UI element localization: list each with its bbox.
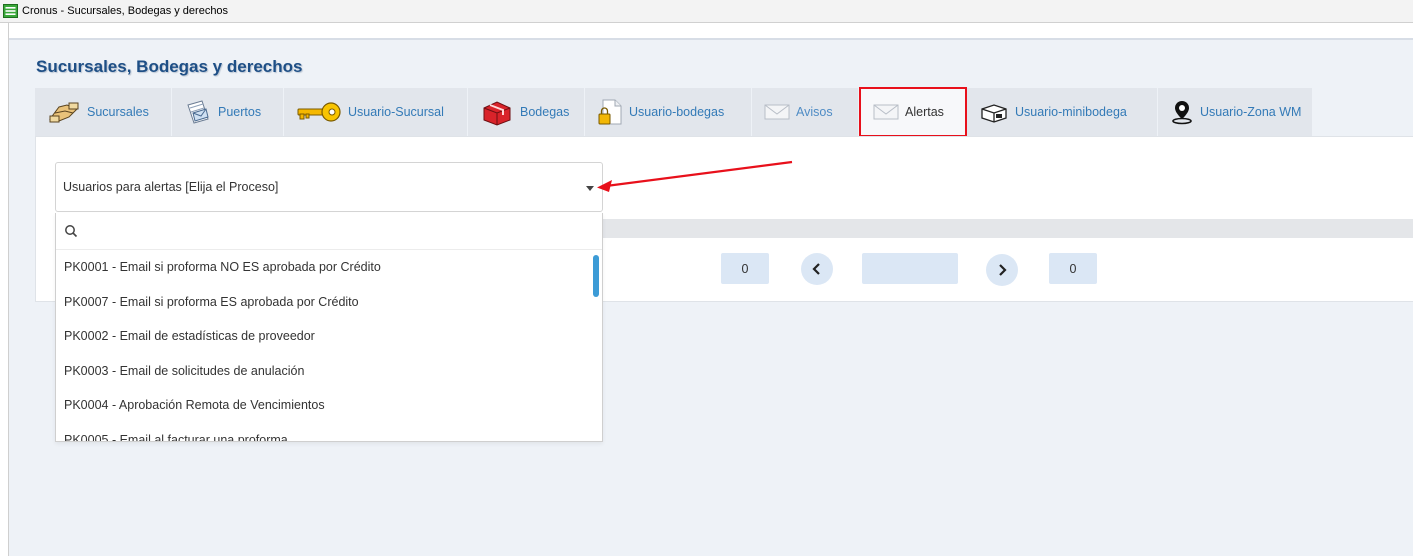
- pager-first-value: 0: [741, 261, 749, 276]
- pager-first-count: 0: [721, 253, 769, 284]
- pager-next-button[interactable]: [986, 254, 1018, 286]
- dropdown-option[interactable]: PK0005 - Email al facturar una proforma: [56, 423, 602, 442]
- tab-usuario-zona-wm[interactable]: Usuario-Zona WM: [1158, 88, 1313, 136]
- tab-sucursales[interactable]: Sucursales: [35, 88, 172, 136]
- tab-usuario-sucursal[interactable]: Usuario-Sucursal: [284, 88, 468, 136]
- hands-icon: [47, 99, 81, 125]
- pager-last-count: 0: [1049, 253, 1097, 284]
- tab-label: Sucursales: [87, 105, 149, 119]
- mail-icon: [764, 103, 790, 121]
- lock-document-icon: [597, 98, 623, 126]
- page-title: Sucursales, Bodegas y derechos: [36, 57, 303, 76]
- dropdown-option[interactable]: PK0007 - Email si proforma ES aprobada p…: [56, 285, 602, 320]
- dropdown-search: [56, 213, 602, 250]
- pager-prev-button[interactable]: [801, 253, 833, 285]
- dropdown-search-input[interactable]: [88, 217, 592, 245]
- caret-down-icon[interactable]: [586, 186, 594, 191]
- open-box-icon: [979, 101, 1009, 123]
- dropdown-option[interactable]: PK0002 - Email de estadísticas de provee…: [56, 319, 602, 354]
- tab-avisos[interactable]: Avisos: [752, 88, 859, 136]
- window-title: Cronus - Sucursales, Bodegas y derechos: [22, 5, 229, 17]
- gift-box-icon: [480, 98, 514, 126]
- search-icon: [65, 225, 78, 238]
- dropdown-scrollbar-thumb[interactable]: [593, 255, 599, 297]
- tab-bar: Sucursales Puertos Usuario-Sucursal Bode…: [35, 87, 1313, 137]
- tab-alertas[interactable]: Alertas: [859, 87, 967, 137]
- chevron-right-icon: [999, 264, 1007, 276]
- tab-label: Usuario-Sucursal: [348, 105, 444, 119]
- chevron-left-icon: [812, 263, 820, 275]
- app-icon: [3, 4, 18, 18]
- dropdown-option[interactable]: PK0003 - Email de solicitudes de anulaci…: [56, 354, 602, 389]
- dropdown-option[interactable]: PK0001 - Email si proforma NO ES aprobad…: [56, 250, 602, 285]
- tab-puertos[interactable]: Puertos: [172, 88, 284, 136]
- tab-label: Puertos: [218, 105, 262, 119]
- pager-last-value: 0: [1069, 261, 1077, 276]
- tab-usuario-bodegas[interactable]: Usuario-bodegas: [585, 88, 752, 136]
- tab-bodegas[interactable]: Bodegas: [468, 88, 585, 136]
- pager-page-input[interactable]: [862, 253, 958, 284]
- tab-label: Usuario-Zona WM: [1200, 105, 1302, 119]
- mail-icon: [873, 103, 899, 121]
- window-titlebar: Cronus - Sucursales, Bodegas y derechos: [0, 0, 1413, 23]
- location-pin-icon: [1170, 99, 1194, 125]
- dropdown-option[interactable]: PK0004 - Aprobación Remota de Vencimient…: [56, 388, 602, 423]
- tab-label: Alertas: [905, 105, 944, 119]
- dropdown-options: PK0001 - Email si proforma NO ES aprobad…: [56, 250, 602, 442]
- tab-label: Usuario-bodegas: [629, 105, 725, 119]
- tab-usuario-minibodega[interactable]: Usuario-minibodega: [967, 88, 1158, 136]
- key-icon: [296, 101, 342, 123]
- envelope-document-icon: [184, 99, 212, 125]
- grid-header: [603, 219, 1413, 238]
- tab-label: Avisos: [796, 105, 833, 119]
- process-select[interactable]: Usuarios para alertas [Elija el Proceso]: [55, 162, 603, 212]
- tab-label: Usuario-minibodega: [1015, 105, 1127, 119]
- process-dropdown: PK0001 - Email si proforma NO ES aprobad…: [55, 213, 603, 442]
- tab-label: Bodegas: [520, 105, 570, 119]
- process-select-value: Usuarios para alertas [Elija el Proceso]: [63, 180, 279, 194]
